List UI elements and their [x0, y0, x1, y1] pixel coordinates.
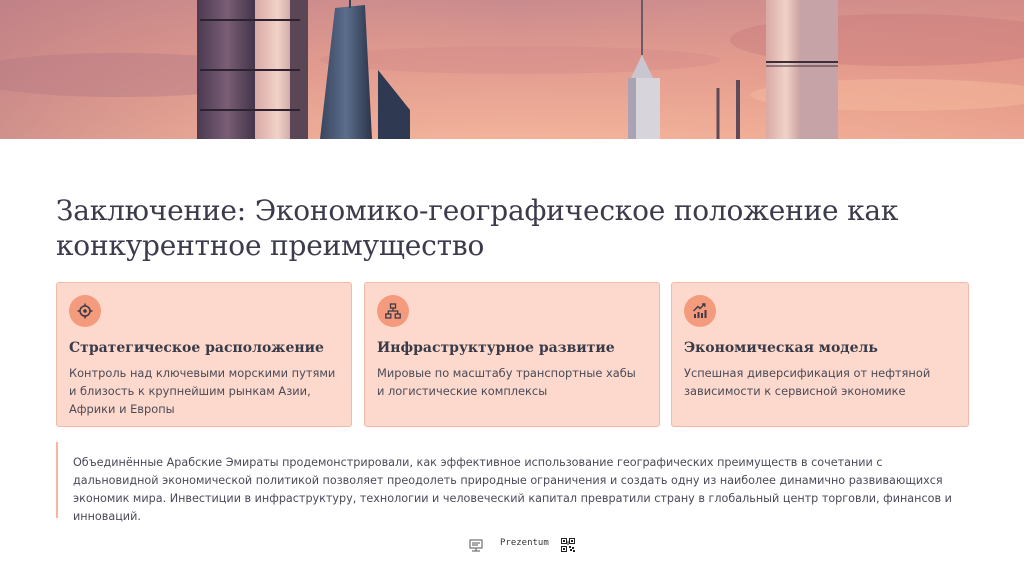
- card-economic-model: Экономическая модель Успешная диверсифик…: [671, 282, 969, 427]
- card-icon-circle: [377, 295, 409, 327]
- card-icon-circle: [684, 295, 716, 327]
- quote-text: Объединённые Арабские Эмираты продемонст…: [73, 456, 952, 523]
- network-icon: [385, 303, 401, 319]
- target-icon: [77, 303, 93, 319]
- slide-title: Заключение: Экономико-географическое пол…: [56, 194, 899, 262]
- card-infrastructure: Инфраструктурное развитие Мировые по мас…: [364, 282, 660, 427]
- qr-code-icon: [561, 537, 575, 556]
- card-strategic-location: Стратегическое расположение Контроль над…: [56, 282, 352, 427]
- card-title: Инфраструктурное развитие: [377, 340, 615, 356]
- card-icon-circle: [69, 295, 101, 327]
- conclusion-quote: Объединённые Арабские Эмираты продемонст…: [56, 442, 968, 523]
- skyline-illustration: [0, 0, 1024, 139]
- growth-chart-icon: [693, 303, 707, 318]
- footer-brand[interactable]: Prezentum: [500, 538, 549, 548]
- card-text: Успешная диверсификация от нефтяной зави…: [684, 366, 931, 398]
- hero-image: [0, 0, 1024, 139]
- slide: Заключение: Экономико-географическое пол…: [0, 0, 1024, 577]
- card-title: Стратегическое расположение: [69, 340, 324, 356]
- brand-logo-icon: [469, 537, 483, 556]
- card-title: Экономическая модель: [684, 340, 878, 356]
- card-text: Мировые по масштабу транспортные хабы и …: [377, 366, 636, 398]
- card-text: Контроль над ключевыми морскими путями и…: [69, 366, 336, 416]
